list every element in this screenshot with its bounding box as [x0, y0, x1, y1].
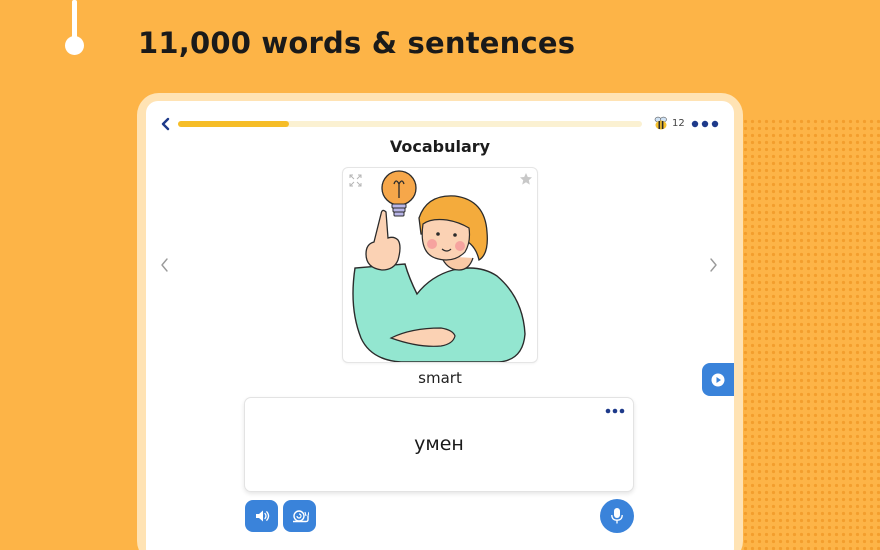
- timeline-dot: [65, 36, 84, 55]
- sound-button[interactable]: [245, 500, 278, 532]
- word-image-card: [342, 167, 538, 363]
- play-button[interactable]: [702, 363, 734, 396]
- chevron-right-nav-icon[interactable]: [708, 257, 718, 273]
- progress-fill: [178, 121, 290, 127]
- slow-sound-button[interactable]: [283, 500, 316, 532]
- lesson-title: Vocabulary: [389, 137, 491, 156]
- bee-icon: [654, 116, 667, 130]
- timeline-line: [72, 0, 77, 40]
- microphone-button[interactable]: [600, 499, 634, 533]
- progress-bar: [178, 121, 642, 127]
- microphone-icon: [611, 508, 623, 524]
- word-label: smart: [418, 369, 462, 387]
- translation-text: умен: [414, 433, 464, 455]
- headline: 11,000 words & sentences: [138, 26, 576, 60]
- idea-illustration: [352, 170, 526, 362]
- bee-count: 12: [672, 118, 685, 129]
- translation-card[interactable]: умен: [244, 397, 634, 492]
- play-icon: [711, 373, 725, 386]
- speaker-icon: [255, 510, 269, 522]
- chevron-left-nav-icon[interactable]: [160, 257, 170, 273]
- expand-icon[interactable]: [349, 174, 362, 187]
- chevron-left-icon[interactable]: [160, 117, 172, 131]
- card-more-icon[interactable]: [605, 407, 625, 415]
- snail-icon: [292, 510, 309, 523]
- more-horizontal-icon[interactable]: [691, 119, 719, 129]
- star-icon[interactable]: [519, 172, 533, 186]
- app-screen: 12 Vocabulary smart умен: [146, 101, 734, 550]
- dots-pattern: [728, 118, 880, 550]
